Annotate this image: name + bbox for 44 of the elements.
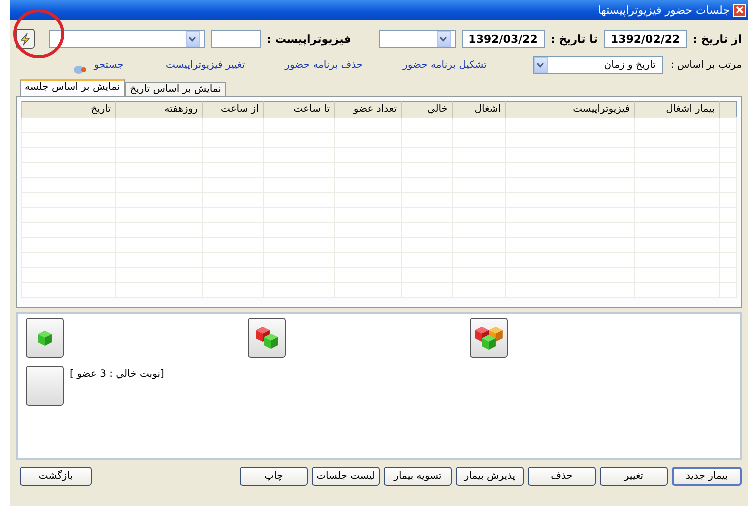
cubes-icon [256,327,278,349]
cubes-icon [475,326,503,350]
label: تا تاريخ : [550,32,598,46]
dropdown-button[interactable] [534,57,548,73]
action-button[interactable]: پذيرش بيمار [456,467,524,486]
date-field[interactable]: 1392/02/22 [604,30,688,48]
action-button[interactable]: بيمار جديد [672,467,742,486]
close-button[interactable] [733,4,746,16]
dropdown-field[interactable]: تاريخ و زمان [532,56,663,74]
action-button[interactable]: تسويه بيمار [384,467,452,486]
date-field[interactable]: 1392/03/22 [462,30,545,48]
action-button[interactable]: چاپ [240,467,308,486]
search-icon [73,66,88,74]
link[interactable]: حذف برنامه حضور [285,60,364,70]
dropdown-field[interactable] [48,30,205,48]
highlight-circle [12,8,66,60]
back-button[interactable]: بازگشت [20,467,92,486]
dropdown-field[interactable] [379,30,456,48]
session-label: [نوبت خالي : 3 عضو ] [70,369,164,380]
dropdown-button[interactable] [186,31,200,47]
action-button[interactable]: ليست جلسات [312,467,380,486]
dropdown-button[interactable] [436,31,451,47]
link[interactable]: جستجو [94,60,124,70]
session-button[interactable] [26,318,64,358]
caret-icon [537,62,544,68]
action-button[interactable]: تغيير [600,467,668,486]
caret-icon [189,36,196,42]
tab[interactable]: نمايش بر اساس جلسه [20,79,126,96]
session-button[interactable] [248,318,286,358]
label: فيزيوتراپيست : [267,32,352,46]
tab[interactable]: نمايش بر اساس تاريخ [125,82,226,96]
lightning-icon [20,32,30,46]
link[interactable]: تشكيل برنامه حضور [403,60,487,70]
label: مرتب بر اساس : [670,60,742,70]
caret-icon [440,36,448,42]
session-button[interactable] [26,366,64,406]
link[interactable]: تغيير فيزيوتراپيست [166,60,246,70]
input-field[interactable] [210,30,262,48]
column-header[interactable]: تاريخ [91,104,111,115]
window-title: جلسات حضور فيزيوتراپيستها [598,4,730,16]
action-button[interactable]: حذف [528,467,596,486]
cube-icon [38,330,52,346]
session-button[interactable] [470,318,508,358]
label: از تاريخ : [693,32,742,46]
